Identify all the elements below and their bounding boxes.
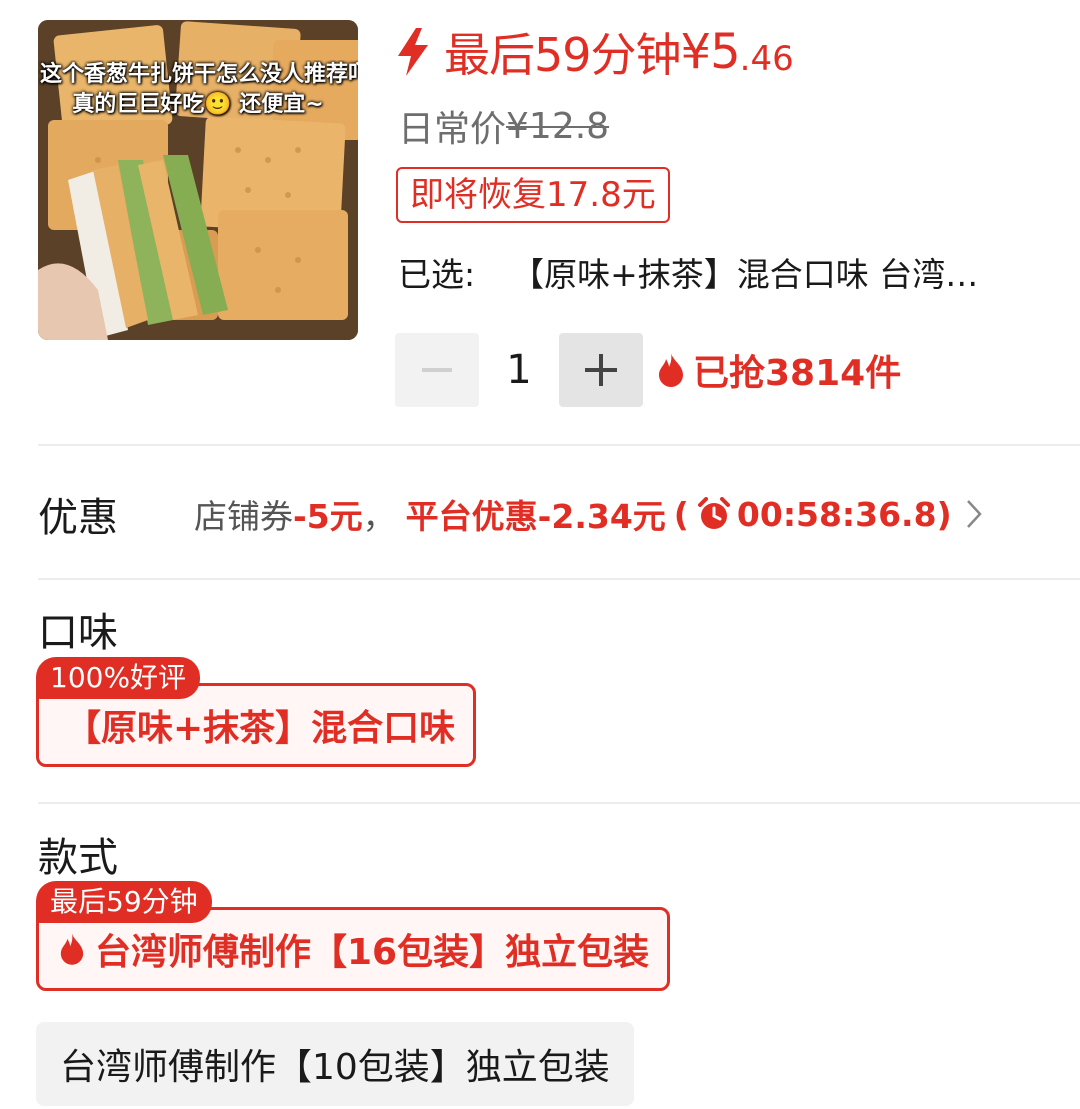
flavor-title: 口味 xyxy=(38,610,118,656)
decrease-button[interactable] xyxy=(395,333,479,407)
platform-discount-value: -2.34元 xyxy=(537,497,666,536)
sold-count: 已抢3814件 xyxy=(657,344,901,396)
paren-open: ( xyxy=(673,494,689,534)
rating-badge: 100%好评 xyxy=(36,657,201,699)
minus-icon xyxy=(422,368,452,372)
chevron-right-icon xyxy=(966,500,982,528)
product-image[interactable]: 这个香葱牛扎饼干怎么没人推荐吖 真的巨巨好吃🙂 还便宜~ xyxy=(38,20,358,340)
shop-coupon-label: 店铺券 xyxy=(194,497,293,536)
promo-countdown: 00:58:36.8 xyxy=(736,494,937,534)
sold-count-text: 已抢3814件 xyxy=(693,353,902,394)
normal-price-value: ¥12.8 xyxy=(506,105,610,147)
paren-close: ) xyxy=(936,494,952,534)
flame-icon xyxy=(659,353,683,387)
price-integer: 5 xyxy=(710,24,741,80)
normal-price-label: 日常价 xyxy=(398,109,507,150)
caption-line-1: 这个香葱牛扎饼干怎么没人推荐吖 xyxy=(40,62,358,87)
style-option-10-pack[interactable]: 台湾师傅制作【10包装】独立包装 xyxy=(36,1022,634,1106)
quantity-value[interactable]: 1 xyxy=(479,347,559,393)
shop-coupon-value: -5元 xyxy=(293,497,363,536)
flash-price: 最后59分钟 ¥ 5 .46 xyxy=(396,22,794,82)
divider xyxy=(38,578,1080,580)
selected-label: 已选: xyxy=(398,255,476,294)
alarm-clock-icon xyxy=(697,497,730,529)
style-title: 款式 xyxy=(38,835,118,881)
quantity-stepper: 1 已抢3814件 xyxy=(395,333,901,407)
flame-icon xyxy=(60,933,84,965)
selected-value: 【原味+抹茶】混合口味 台湾师傅制作【16包装】独立包装 xyxy=(511,255,1002,294)
flash-label: 最后59分钟 xyxy=(444,28,682,82)
selected-spec[interactable]: 已选: 【原味+抹茶】混合口味 台湾师傅制作【16包装】独立包装 xyxy=(398,248,1038,296)
divider xyxy=(38,444,1080,446)
platform-discount-label: 平台优惠 xyxy=(405,497,538,536)
promo-row[interactable]: 优惠 店铺券 -5元 ， 平台优惠 -2.34元 ( 00:58:36.8 ) xyxy=(38,470,1068,558)
image-caption: 这个香葱牛扎饼干怎么没人推荐吖 真的巨巨好吃🙂 还便宜~ xyxy=(38,60,358,120)
style-option-selected[interactable]: 台湾师傅制作【16包装】独立包装 最后59分钟 xyxy=(36,881,671,991)
flavor-option-label: 【原味+抹茶】混合口味 xyxy=(65,708,456,749)
flavor-option-selected[interactable]: 【原味+抹茶】混合口味 100%好评 xyxy=(36,657,477,767)
normal-price: 日常价 ¥12.8 xyxy=(398,100,609,152)
restore-price-tag: 即将恢复17.8元 xyxy=(396,167,670,223)
currency-symbol: ¥ xyxy=(680,24,712,80)
price-decimal: .46 xyxy=(739,39,794,79)
countdown-badge: 最后59分钟 xyxy=(36,881,212,923)
caption-line-2: 真的巨巨好吃🙂 还便宜~ xyxy=(72,92,324,117)
promo-separator: ， xyxy=(362,497,396,536)
style-option-label: 台湾师傅制作【16包装】独立包装 xyxy=(95,932,650,973)
promo-details: 店铺券 -5元 ， 平台优惠 -2.34元 ( 00:58:36.8 ) xyxy=(194,490,982,538)
increase-button[interactable] xyxy=(559,333,643,407)
plus-icon xyxy=(585,354,617,386)
promo-title: 优惠 xyxy=(38,495,118,541)
divider xyxy=(38,802,1080,804)
lightning-icon xyxy=(398,28,428,76)
